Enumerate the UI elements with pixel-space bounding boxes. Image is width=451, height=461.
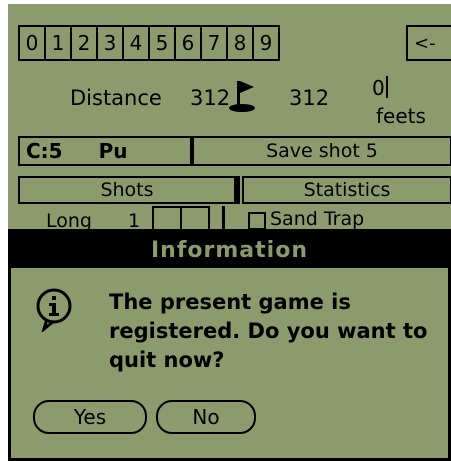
key-8[interactable]: 8 (226, 25, 254, 61)
feet-unit-label: feets (376, 104, 426, 128)
information-dialog: Information The present game is register… (8, 229, 451, 461)
tab-statistics[interactable]: Statistics (242, 176, 451, 204)
feet-input[interactable]: 0 (372, 76, 385, 100)
key-2[interactable]: 2 (70, 25, 98, 61)
yes-button[interactable]: Yes (33, 400, 147, 434)
info-icon (36, 288, 72, 332)
key-3[interactable]: 3 (96, 25, 124, 61)
text-cursor (386, 76, 388, 98)
dialog-message: The present game is registered. Do you w… (109, 290, 428, 372)
left-margin (0, 0, 8, 461)
golf-flag-icon (229, 81, 255, 112)
save-shot-button[interactable]: Save shot 5 (192, 136, 451, 166)
club-code: C:5 (26, 139, 63, 163)
distance-label: Distance (70, 86, 162, 110)
key-4[interactable]: 4 (122, 25, 150, 61)
tab-divider (234, 176, 240, 204)
key-6[interactable]: 6 (174, 25, 202, 61)
club-selector[interactable]: C:5 Pu (18, 136, 192, 166)
tab-shots[interactable]: Shots (18, 176, 236, 204)
club-name: Pu (98, 139, 128, 163)
dialog-title: Information (11, 232, 448, 268)
key-7[interactable]: 7 (200, 25, 228, 61)
distance-start-value: 312 (190, 86, 231, 110)
sand-trap-checkbox[interactable] (248, 212, 266, 230)
key-5[interactable]: 5 (148, 25, 176, 61)
key-1[interactable]: 1 (44, 25, 72, 61)
top-margin (0, 0, 451, 4)
distance-flag-value: 312 (289, 86, 330, 110)
key-9[interactable]: 9 (252, 25, 280, 61)
sand-trap-label: Sand Trap (270, 208, 365, 230)
backspace-key[interactable]: <- (406, 25, 451, 61)
no-button[interactable]: No (156, 400, 256, 434)
key-0[interactable]: 0 (18, 25, 46, 61)
digit-keypad: 0 1 2 3 4 5 6 7 8 9 (18, 25, 280, 61)
